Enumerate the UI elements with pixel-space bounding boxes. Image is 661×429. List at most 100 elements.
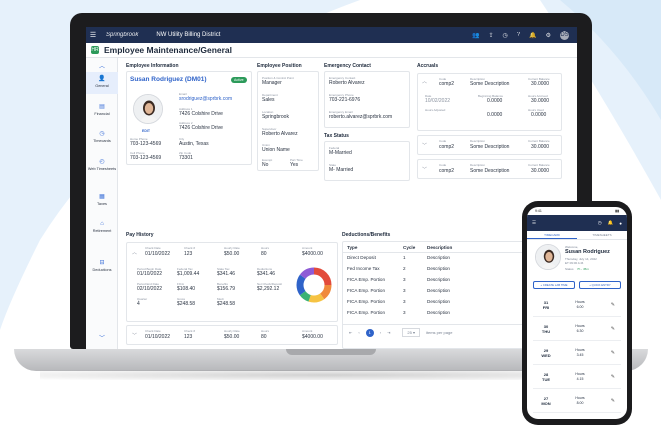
period-begin-value: 01/10/2022 bbox=[137, 271, 163, 277]
list-item[interactable]: 31 FRI Hours 6.00 ✎ bbox=[533, 295, 621, 317]
description-cell: Description bbox=[427, 277, 450, 282]
column-header-cycle[interactable]: Cycle bbox=[403, 245, 415, 250]
hours-value: 80 bbox=[261, 334, 267, 340]
chevron-down-icon[interactable]: ﹀ bbox=[132, 332, 137, 339]
description-cell: Description bbox=[427, 266, 450, 271]
federal-tax-value: $1,009.44 bbox=[177, 271, 200, 277]
federal-value: M-Married bbox=[329, 150, 352, 156]
sidebar-item-taxes[interactable]: ▦ Taxes bbox=[86, 193, 118, 206]
sidebar-item-financial[interactable]: ▤ Financial bbox=[86, 103, 118, 116]
pay-history-card-collapsed[interactable]: ﹀ Check Date 01/10/2022 Check # 123 Hour… bbox=[126, 325, 338, 345]
amount-label: Amount bbox=[302, 246, 313, 250]
main-content: Employee Information Susan Rodriguez (DM… bbox=[124, 60, 574, 349]
sidebar-item-web-timesheets[interactable]: ◴ Web Timesheets bbox=[86, 158, 118, 171]
chevron-down-icon[interactable]: ﹀ bbox=[422, 142, 427, 149]
next-page-icon[interactable]: › bbox=[380, 330, 381, 335]
sidebar-item-general[interactable]: 👤 General bbox=[86, 72, 118, 94]
list-item[interactable]: 29 WED Hours 3.45 ✎ bbox=[533, 343, 621, 365]
accrual-card-expanded: ︿ Code comp2 Description Some Descriptio… bbox=[417, 73, 562, 131]
accrual-card-collapsed[interactable]: ﹀ Code comp2 Description Some Descriptio… bbox=[417, 159, 562, 179]
day-label: 29 WED bbox=[539, 348, 553, 358]
tax-status-heading: Tax Status bbox=[324, 133, 349, 139]
retirement-icon: ⌂ bbox=[100, 221, 104, 227]
sidebar-item-timecards[interactable]: ◷ Timecards bbox=[86, 130, 118, 143]
avatar[interactable]: DS bbox=[560, 30, 569, 40]
state-tax-value: $341.46 bbox=[217, 271, 236, 277]
help-icon[interactable]: ? bbox=[517, 32, 520, 38]
avatar[interactable]: ● bbox=[619, 221, 622, 226]
sidebar-expand-down[interactable]: ﹀ bbox=[86, 333, 118, 344]
menu-icon[interactable]: ☰ bbox=[532, 220, 536, 226]
chevron-up-icon[interactable]: ︿ bbox=[422, 78, 427, 85]
hours-value: 8.00 bbox=[576, 401, 584, 405]
hours-adjusted-value: 0.0000 bbox=[487, 112, 503, 118]
check-date-label: Check Date bbox=[145, 329, 161, 333]
sidebar: ︿ 👤 General ▤ Financial ◷ Timecards ◴ We… bbox=[86, 58, 118, 349]
bell-icon[interactable]: 🔔 bbox=[608, 220, 614, 226]
hours-value: 3.45 bbox=[576, 353, 584, 357]
period-end-value: 02/10/2022 bbox=[137, 286, 163, 292]
list-item[interactable]: 30 THU Hours 6.30 ✎ bbox=[533, 319, 621, 341]
hours-label: Hours bbox=[575, 348, 585, 352]
emergency-phone-value: 703-221-6976 bbox=[329, 97, 361, 103]
employee-position-card: Position & Control Point Manager Departm… bbox=[257, 71, 319, 171]
list-item[interactable]: 28 TUE Hours 4.15 ✎ bbox=[533, 367, 621, 389]
column-header-description[interactable]: Description bbox=[427, 245, 452, 250]
phone-app-bar: ☰ ◷ 🔔 ● bbox=[527, 215, 627, 231]
supervisor-value: Roberto Alvarez bbox=[262, 131, 298, 137]
users-icon[interactable]: 👥 bbox=[472, 32, 479, 39]
status-badge: Active bbox=[231, 77, 247, 83]
accrual-description-value: Some Description bbox=[470, 144, 510, 150]
emergency-email-value: roberto.alvarez@sprbrk.com bbox=[329, 114, 393, 120]
chevron-up-icon[interactable]: ︿ bbox=[132, 249, 137, 256]
position-value: Manager bbox=[262, 80, 282, 86]
chevron-down-icon[interactable]: ﹀ bbox=[422, 166, 427, 173]
union-value: Union Name bbox=[262, 147, 290, 153]
first-page-icon[interactable]: ⇤ bbox=[349, 330, 352, 335]
zip-value: 73301 bbox=[179, 155, 193, 161]
timesheet-icon: ◴ bbox=[99, 159, 105, 165]
bell-icon[interactable]: 🔔 bbox=[529, 32, 536, 39]
list-item[interactable]: 27 MON Hours 8.00 ✎ bbox=[533, 391, 621, 413]
edit-link[interactable]: EDIT bbox=[142, 129, 150, 133]
sidebar-item-deductions[interactable]: ⊟ Deductions bbox=[86, 259, 118, 272]
settings-icon[interactable]: ⚙ bbox=[546, 32, 551, 39]
check-number-value: 123 bbox=[184, 334, 193, 340]
tab-timecard[interactable]: TIMECARD bbox=[527, 231, 577, 239]
edit-icon[interactable]: ✎ bbox=[611, 350, 615, 356]
sidebar-item-label: Web Timesheets bbox=[87, 167, 117, 171]
upload-icon[interactable]: ⇪ bbox=[489, 32, 494, 39]
gross-value: $248.58 bbox=[177, 301, 196, 307]
employee-photo-image bbox=[134, 95, 162, 123]
current-page[interactable]: 1 bbox=[365, 328, 374, 337]
edit-icon[interactable]: ✎ bbox=[611, 302, 615, 308]
accrual-code-label: Code bbox=[439, 163, 447, 167]
clock-icon[interactable]: ◷ bbox=[598, 220, 602, 226]
day-name: WED bbox=[541, 353, 551, 358]
tab-timesheets[interactable]: TIMESHEETS bbox=[577, 231, 627, 239]
accrual-code-value: comp2 bbox=[439, 168, 455, 174]
menu-icon[interactable]: ☰ bbox=[86, 31, 100, 39]
page-size-select[interactable]: 25 ▾ bbox=[402, 328, 420, 337]
email-value[interactable]: srodriguez@sprbrk.com bbox=[179, 96, 232, 102]
clock-icon[interactable]: ◷ bbox=[503, 32, 508, 39]
phone-time: 9:41 bbox=[535, 209, 542, 213]
edit-icon[interactable]: ✎ bbox=[611, 398, 615, 404]
column-header-type[interactable]: Type bbox=[347, 245, 357, 250]
sidebar-item-retirement[interactable]: ⌂ Retirement bbox=[86, 221, 118, 233]
edit-icon[interactable]: ✎ bbox=[611, 326, 615, 332]
cycle-cell: 3 bbox=[403, 299, 406, 304]
hours-used-value: 0.0000 bbox=[531, 112, 547, 118]
edit-icon[interactable]: ✎ bbox=[611, 374, 615, 380]
prev-page-icon[interactable]: ‹ bbox=[358, 330, 359, 335]
last-page-icon[interactable]: ⇥ bbox=[387, 330, 390, 335]
description-cell: Description bbox=[427, 255, 450, 260]
accrual-card-collapsed[interactable]: ﹀ Code comp2 Description Some Descriptio… bbox=[417, 135, 562, 155]
items-per-page-label: items per page bbox=[425, 330, 453, 335]
sidebar-collapse-up[interactable]: ︿ bbox=[86, 61, 118, 72]
quick-entry-button[interactable]: + QUICK ENTRY bbox=[579, 281, 621, 289]
create-lab-time-button[interactable]: + CREATE LAB TIME bbox=[533, 281, 575, 289]
description-cell: Description bbox=[427, 288, 450, 293]
hourly-rate-label: Hourly Rate bbox=[224, 246, 240, 250]
tax-status-card: Federal M-Married State M- Married bbox=[324, 141, 410, 181]
